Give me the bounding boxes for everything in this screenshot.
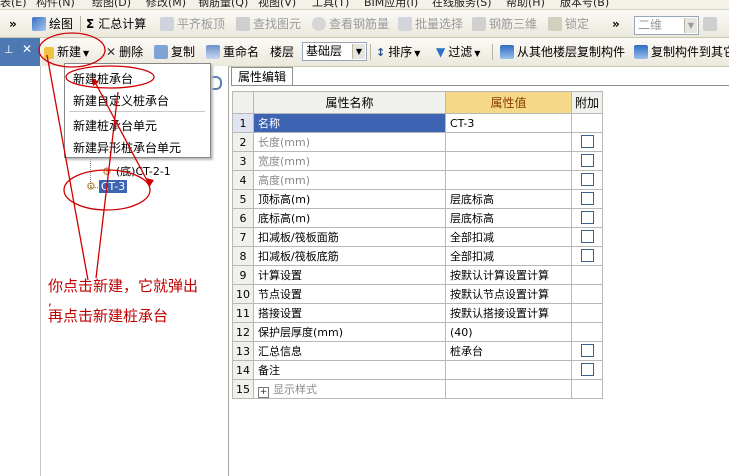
annotation-line-3: 再点击新建桩承台 [48, 307, 169, 325]
annotation-line-1: 你点击新建，它就弹出 [48, 277, 199, 295]
annotation-arrow [95, 83, 151, 187]
annotation-overlay [38, 32, 155, 281]
annotation-text: 你点击新建，它就弹出 , 再点击新建桩承台 [48, 277, 198, 325]
annotation-circle-menu-item [65, 65, 155, 89]
arrowhead-icon [92, 78, 99, 86]
annotation-line-2: , [48, 294, 52, 308]
annotation-arrow [46, 54, 89, 281]
